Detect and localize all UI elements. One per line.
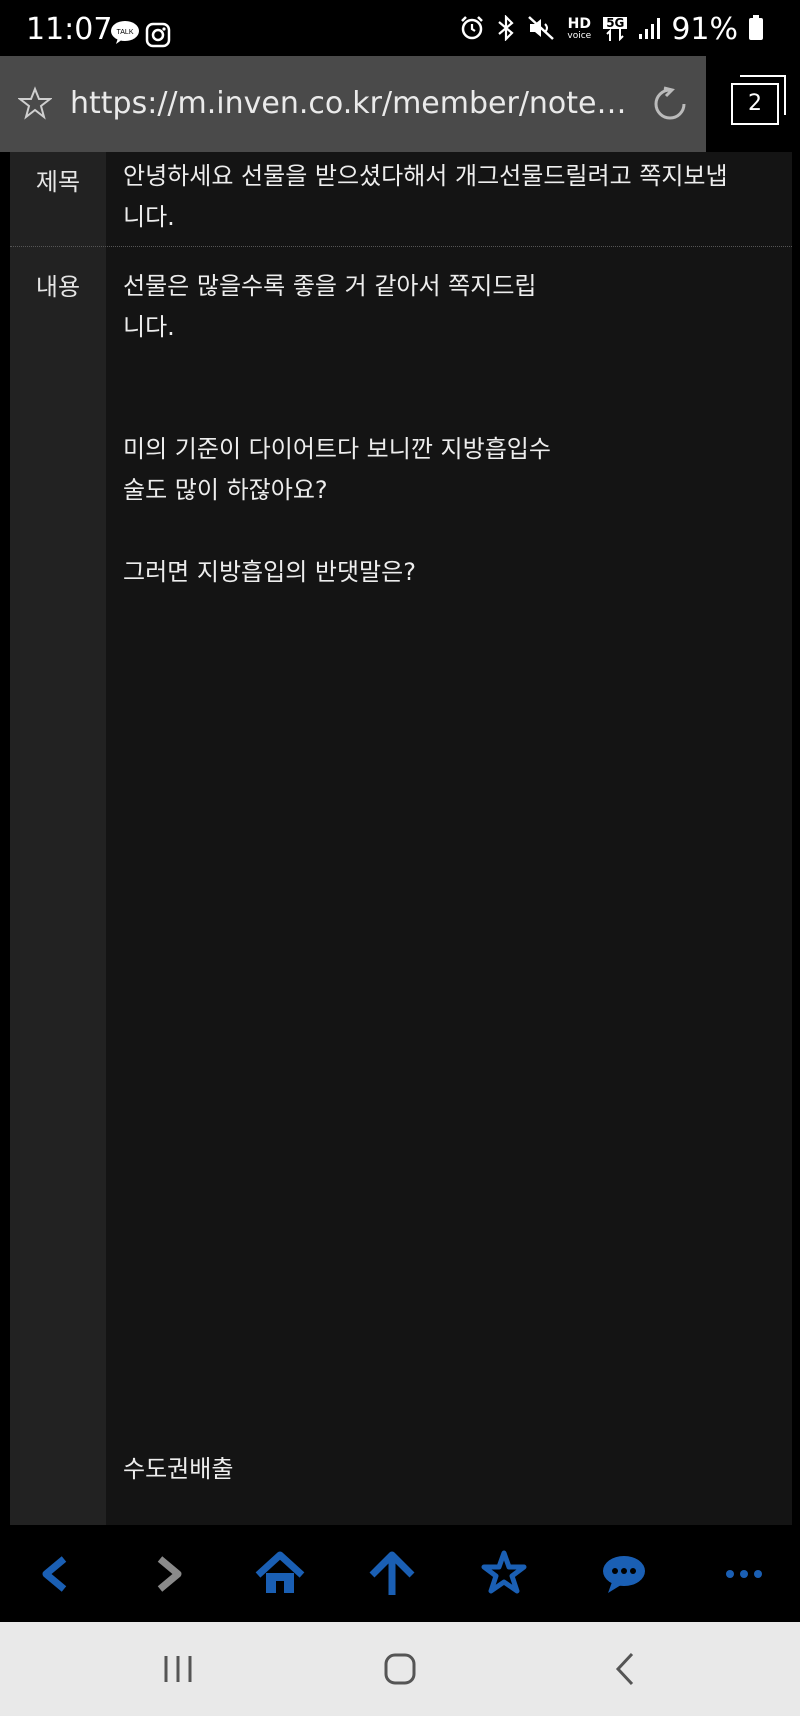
- back-nav-icon[interactable]: [596, 1644, 656, 1694]
- note-table: 제목 안녕하세요 선물을 받으셨다해서 개그선물드릴려고 쪽지보냅 니다. 내용…: [10, 152, 792, 1525]
- subject-label: 제목: [35, 168, 81, 196]
- tabs-button[interactable]: 2: [706, 56, 800, 152]
- content-line: 그러면 지방흡입의 반댓말은?: [123, 558, 416, 586]
- subject-line-2: 니다.: [123, 203, 175, 231]
- content-line: 미의 기준이 다이어트다 보니깐 지방흡입수: [123, 435, 551, 463]
- content-line: 니다.: [123, 313, 175, 341]
- note-view: 제목 안녕하세요 선물을 받으셨다해서 개그선물드릴려고 쪽지보냅 니다. 내용…: [0, 152, 800, 1525]
- hd-voice-icon: HD voice: [565, 15, 593, 42]
- bookmarks-icon[interactable]: [474, 1549, 534, 1599]
- label-column: [10, 152, 106, 1525]
- home-icon[interactable]: [250, 1549, 310, 1599]
- browser-toolbar: [0, 1525, 800, 1622]
- battery-percent: 91%: [671, 12, 738, 47]
- recent-apps-icon[interactable]: [148, 1644, 208, 1694]
- content-line: 술도 많이 하잖아요?: [123, 476, 328, 504]
- battery-icon: [748, 14, 764, 45]
- tab-count: 2: [731, 83, 779, 125]
- chat-icon[interactable]: [594, 1549, 654, 1599]
- content-line: 선물은 많을수록 좋을 거 같아서 쪽지드립: [123, 272, 537, 300]
- talk-label: TALK: [117, 29, 134, 36]
- signal-icon: [637, 16, 661, 44]
- instagram-icon: [145, 22, 171, 52]
- forward-icon[interactable]: [138, 1549, 198, 1599]
- hd-label: HD: [567, 15, 591, 32]
- voice-label: voice: [567, 30, 592, 41]
- content-line: 수도권배출: [123, 1455, 234, 1483]
- url-field[interactable]: https://m.inven.co.kr/member/note/?a...: [70, 86, 630, 121]
- back-icon[interactable]: [26, 1549, 86, 1599]
- network-label: 5G: [603, 17, 628, 29]
- subject-line-1: 안녕하세요 선물을 받으셨다해서 개그선물드릴려고 쪽지보냅: [123, 162, 728, 190]
- mute-icon: [527, 15, 555, 45]
- scroll-top-icon[interactable]: [362, 1549, 422, 1599]
- subject-text: 안녕하세요 선물을 받으셨다해서 개그선물드릴려고 쪽지보냅 니다.: [123, 156, 793, 238]
- bluetooth-icon: [495, 13, 517, 45]
- home-circle-icon[interactable]: [370, 1644, 430, 1694]
- status-time: 11:07: [26, 12, 113, 47]
- row-divider: [10, 246, 792, 247]
- kakaotalk-icon: TALK: [110, 20, 140, 48]
- status-bar: 11:07 TALK HD voice 5G 91%: [0, 0, 800, 56]
- system-navigation-bar: [0, 1622, 800, 1716]
- status-icons: HD voice 5G 91%: [459, 12, 764, 47]
- address-bar: https://m.inven.co.kr/member/note/?a...: [0, 56, 706, 152]
- content-label: 내용: [35, 273, 81, 301]
- bookmark-star-icon[interactable]: [17, 86, 53, 124]
- 5g-icon: 5G: [603, 17, 628, 42]
- alarm-icon: [459, 15, 485, 45]
- more-icon[interactable]: [714, 1549, 774, 1599]
- reload-icon[interactable]: [650, 84, 690, 128]
